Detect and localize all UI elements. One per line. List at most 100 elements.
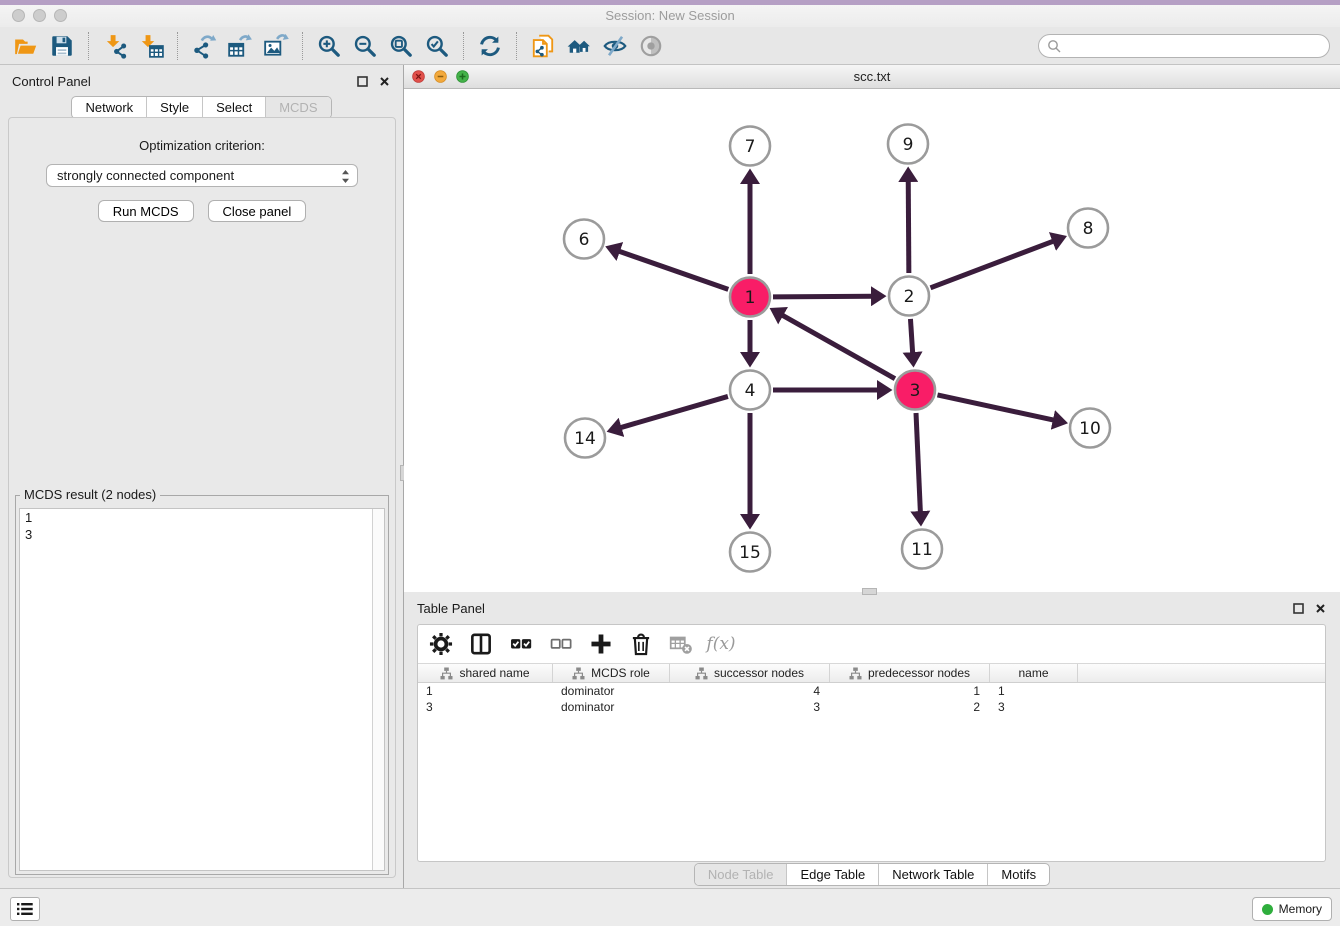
column-header-shared-name[interactable]: shared name — [418, 664, 553, 682]
hierarchy-icon — [440, 667, 453, 680]
graph-node-15[interactable]: 15 — [730, 533, 770, 572]
hierarchy-icon — [572, 667, 585, 680]
run-mcds-button[interactable]: Run MCDS — [98, 200, 194, 222]
import-network-icon[interactable] — [100, 31, 130, 61]
memory-label: Memory — [1279, 902, 1322, 916]
svg-text:1: 1 — [745, 288, 756, 308]
graph-edge-1-2[interactable] — [773, 296, 873, 297]
toolbar-separator — [516, 32, 517, 60]
export-table-icon[interactable] — [225, 31, 255, 61]
column-label: successor nodes — [714, 666, 804, 680]
split-panel-icon[interactable] — [468, 631, 494, 657]
float-table-panel-icon[interactable] — [1292, 602, 1305, 615]
table-row[interactable]: 1dominator411 — [418, 683, 1325, 699]
tab-style[interactable]: Style — [146, 97, 202, 118]
table-cell: 3 — [418, 699, 553, 715]
homes-icon[interactable] — [564, 31, 594, 61]
search-box[interactable] — [1038, 34, 1330, 58]
table-toolbar: f(x) — [418, 625, 1325, 663]
open-folder-icon[interactable] — [11, 31, 41, 61]
svg-text:11: 11 — [911, 540, 933, 560]
hide-eye-icon[interactable] — [600, 31, 630, 61]
column-label: name — [1018, 666, 1048, 680]
graph-edge-2-8[interactable] — [931, 241, 1055, 288]
graph-node-6[interactable]: 6 — [564, 220, 604, 259]
svg-text:9: 9 — [903, 135, 914, 155]
graph-edge-2-3[interactable] — [910, 319, 912, 354]
zoom-fit-icon[interactable] — [386, 31, 416, 61]
import-table-icon[interactable] — [136, 31, 166, 61]
criterion-select[interactable]: strongly connected component — [46, 164, 358, 187]
graph-edge-2-9[interactable] — [908, 180, 909, 273]
table-cell: 4 — [670, 683, 830, 699]
network-canvas[interactable]: 7 9 6 8 1 2 4 3 14 10 15 11 — [404, 89, 1340, 592]
add-column-icon[interactable] — [588, 631, 614, 657]
export-image-icon[interactable] — [261, 31, 291, 61]
svg-text:15: 15 — [739, 543, 761, 563]
eye-disabled-icon[interactable] — [636, 31, 666, 61]
graph-edge-1-6[interactable] — [618, 251, 728, 290]
export-network-icon[interactable] — [189, 31, 219, 61]
save-icon[interactable] — [47, 31, 77, 61]
settings-gear-icon[interactable] — [428, 631, 454, 657]
table-row[interactable]: 3dominator323 — [418, 699, 1325, 715]
tab-select[interactable]: Select — [202, 97, 265, 118]
close-table-panel-icon[interactable] — [1314, 602, 1327, 615]
function-builder-icon[interactable]: f(x) — [708, 631, 734, 657]
graph-node-8[interactable]: 8 — [1068, 209, 1108, 248]
tab-mcds[interactable]: MCDS — [265, 97, 330, 118]
tab-edge-table[interactable]: Edge Table — [786, 864, 878, 885]
svg-text:6: 6 — [579, 230, 590, 250]
graph-node-7[interactable]: 7 — [730, 127, 770, 166]
column-header-successor-nodes[interactable]: successor nodes — [670, 664, 830, 682]
copy-network-icon[interactable] — [528, 31, 558, 61]
zoom-in-icon[interactable] — [314, 31, 344, 61]
svg-text:10: 10 — [1079, 419, 1101, 439]
zoom-out-icon[interactable] — [350, 31, 380, 61]
close-panel-button[interactable]: Close panel — [208, 200, 307, 222]
table-panel: Table Panel f(x) shared name — [404, 592, 1340, 888]
svg-text:2: 2 — [904, 287, 915, 307]
graph-edge-3-11[interactable] — [916, 413, 920, 513]
graph-node-4[interactable]: 4 — [730, 371, 770, 410]
table-divider-handle[interactable] — [862, 588, 877, 595]
float-panel-icon[interactable] — [356, 75, 369, 88]
graph-node-9[interactable]: 9 — [888, 125, 928, 164]
tab-node-table[interactable]: Node Table — [695, 864, 787, 885]
tab-network[interactable]: Network — [72, 97, 146, 118]
mcds-result-list[interactable]: 13 — [19, 508, 385, 871]
column-header-predecessor-nodes[interactable]: predecessor nodes — [830, 664, 990, 682]
graph-node-3[interactable]: 3 — [895, 371, 935, 410]
column-header-name[interactable]: name — [990, 664, 1078, 682]
column-label: shared name — [459, 666, 529, 680]
zoom-selected-icon[interactable] — [422, 31, 452, 61]
svg-text:3: 3 — [910, 381, 921, 401]
column-label: MCDS role — [591, 666, 650, 680]
graph-node-14[interactable]: 14 — [565, 419, 605, 458]
close-panel-icon[interactable] — [378, 75, 391, 88]
result-scrollbar[interactable] — [372, 509, 384, 870]
search-input[interactable] — [1061, 39, 1329, 54]
list-icon — [16, 901, 34, 917]
toolbar-separator — [177, 32, 178, 60]
graph-edge-3-10[interactable] — [937, 395, 1054, 420]
network-graph[interactable]: 7 9 6 8 1 2 4 3 14 10 15 11 — [404, 89, 1340, 592]
graph-node-11[interactable]: 11 — [902, 530, 942, 569]
select-all-icon[interactable] — [508, 631, 534, 657]
graph-node-2[interactable]: 2 — [889, 277, 929, 316]
refresh-icon[interactable] — [475, 31, 505, 61]
tab-motifs[interactable]: Motifs — [987, 864, 1049, 885]
column-header-mcds-role[interactable]: MCDS role — [553, 664, 670, 682]
graph-edge-3-1[interactable] — [781, 315, 895, 379]
deselect-all-icon[interactable] — [548, 631, 574, 657]
network-window-titlebar[interactable]: scc.txt — [404, 65, 1340, 89]
delete-icon[interactable] — [628, 631, 654, 657]
delete-table-icon[interactable] — [668, 631, 694, 657]
tab-network-table[interactable]: Network Table — [878, 864, 987, 885]
criterion-select-value: strongly connected component — [57, 168, 234, 183]
graph-node-10[interactable]: 10 — [1070, 409, 1110, 448]
memory-button[interactable]: Memory — [1252, 897, 1332, 921]
graph-node-1[interactable]: 1 — [730, 278, 770, 317]
task-history-button[interactable] — [10, 897, 40, 921]
graph-edge-4-14[interactable] — [620, 396, 728, 428]
